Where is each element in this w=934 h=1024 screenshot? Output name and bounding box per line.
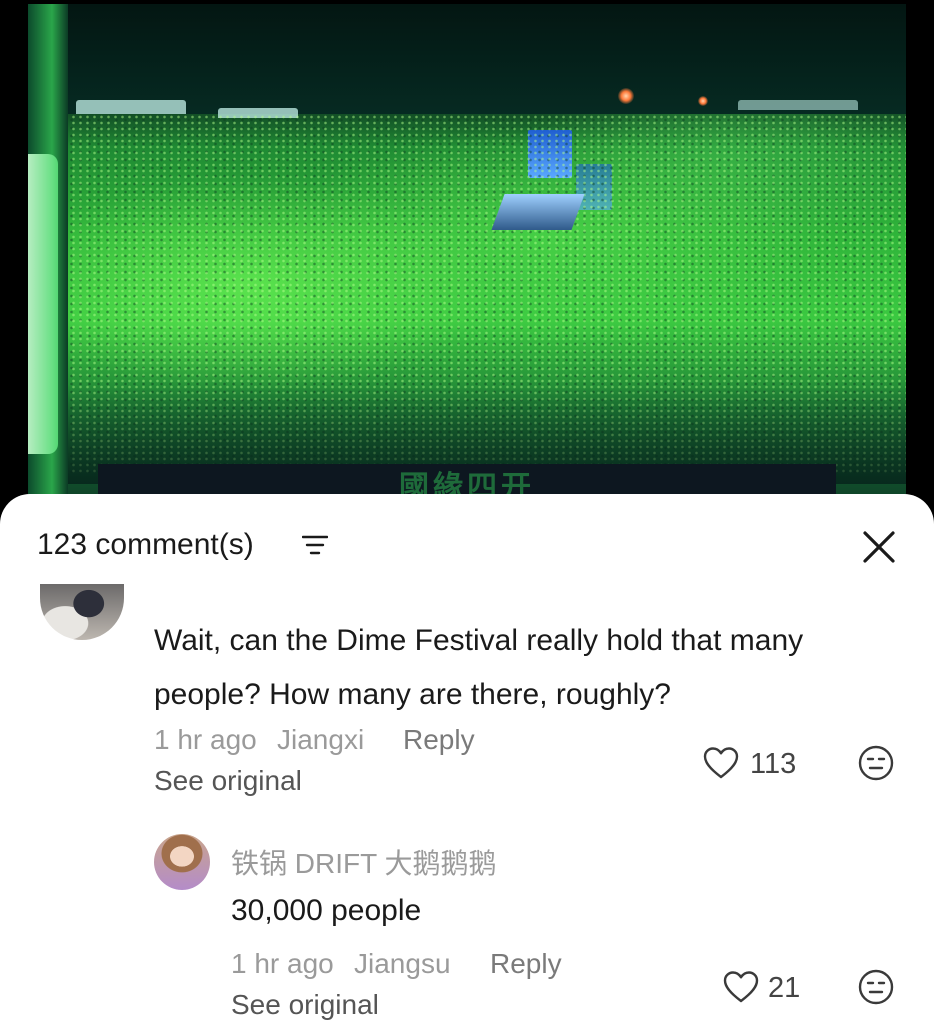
video-stage: [491, 194, 585, 230]
see-original-link[interactable]: See original: [154, 765, 302, 797]
comment-time: 1 hr ago: [154, 724, 257, 755]
video-pillar-glow: [28, 154, 58, 454]
reply-time: 1 hr ago: [231, 948, 334, 979]
comment-count: 123 comment(s): [37, 528, 254, 561]
video-tent: [738, 100, 858, 110]
heart-icon[interactable]: [723, 970, 759, 1004]
video-frame[interactable]: 國緣四开: [28, 4, 906, 514]
like-count: 21: [768, 972, 801, 1004]
video-lamp: [618, 88, 634, 104]
heart-icon[interactable]: [703, 746, 739, 780]
meh-face-icon[interactable]: [858, 745, 894, 781]
comment-location: Jiangxi: [277, 724, 365, 755]
app-root: 國緣四开 123 comment(s) Wait, can the Dime F…: [0, 0, 934, 1024]
comments-sheet: 123 comment(s) Wait, can the Dime Festiv…: [0, 494, 934, 1024]
reply-text: 30,000 people: [231, 894, 422, 927]
comment-text: Wait, can the Dime Festival really hold …: [154, 624, 804, 711]
video-player[interactable]: 國緣四开: [0, 0, 934, 520]
avatar[interactable]: [40, 584, 124, 640]
comments-header: 123 comment(s): [0, 494, 934, 594]
video-tent: [76, 100, 186, 114]
sort-icon[interactable]: [302, 534, 328, 556]
meh-face-icon[interactable]: [858, 969, 894, 1005]
reply-button[interactable]: Reply: [403, 724, 475, 756]
reply-button[interactable]: Reply: [490, 948, 562, 980]
video-sky: [28, 4, 906, 114]
see-original-link[interactable]: See original: [231, 989, 379, 1021]
close-icon[interactable]: [860, 528, 898, 566]
video-lamp: [698, 96, 708, 106]
reply-username[interactable]: 铁锅 DRIFT 大鹅鹅鹅: [231, 842, 496, 882]
like-count: 113: [750, 748, 797, 780]
reply-location: Jiangsu: [354, 948, 451, 979]
avatar[interactable]: [154, 834, 210, 890]
